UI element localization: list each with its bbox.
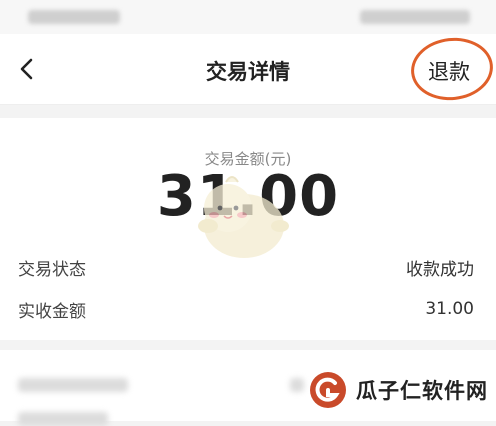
status-left-blurred: [28, 10, 120, 24]
blurred-label: [18, 378, 128, 392]
detail-row-status: 交易状态 收款成功: [18, 253, 474, 281]
detail-label: 交易状态: [18, 259, 86, 280]
detail-value: 31.00: [425, 299, 474, 319]
blurred-label: [18, 412, 108, 426]
status-right-blurred: [360, 10, 470, 24]
status-bar: [0, 0, 496, 34]
detail-value: 收款成功: [406, 259, 474, 280]
detail-label: 实收金额: [18, 301, 86, 322]
watermark-logo-icon: [310, 372, 346, 408]
transaction-detail-card: 交易金额(元) 31.00 交易状态 收款成功 实收金额 31.00: [0, 118, 496, 340]
site-watermark: 瓜子仁软件网: [308, 368, 488, 412]
detail-row-received-amount: 实收金额 31.00: [18, 295, 474, 323]
mascot-watermark-icon: [198, 176, 289, 258]
watermark-text: 瓜子仁软件网: [356, 379, 488, 403]
blurred-value: [290, 378, 304, 392]
